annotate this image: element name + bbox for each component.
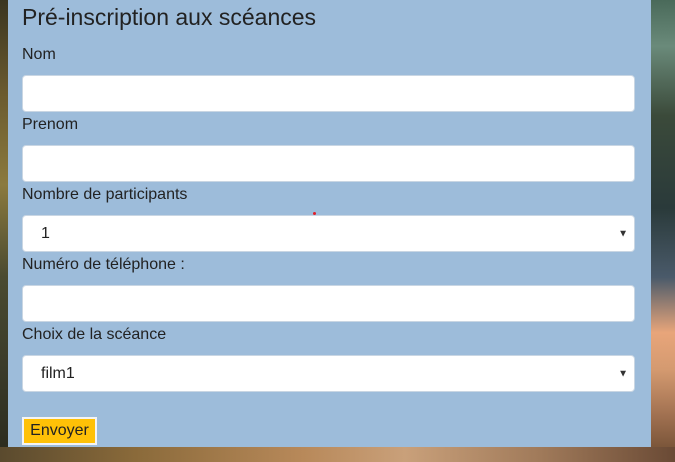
- participants-label: Nombre de participants: [22, 186, 188, 203]
- chevron-down-icon: ▼: [618, 228, 628, 239]
- prenom-input[interactable]: [22, 145, 635, 182]
- registration-form: Pré-inscription aux scéances Nom Prenom …: [8, 0, 651, 447]
- seance-label: Choix de la scéance: [22, 326, 167, 343]
- participants-selected-value: 1: [41, 224, 50, 242]
- chevron-down-icon: ▼: [618, 368, 628, 379]
- cursor-dot: [313, 212, 316, 215]
- nom-label: Nom: [22, 46, 56, 63]
- background-photo-left: [0, 0, 8, 462]
- background-photo-right: [651, 0, 675, 462]
- telephone-label: Numéro de téléphone :: [22, 256, 185, 273]
- background-photo-bottom: [0, 447, 675, 462]
- prenom-label: Prenom: [22, 116, 79, 133]
- submit-button[interactable]: Envoyer: [22, 417, 97, 445]
- seance-select[interactable]: film1 ▼: [22, 355, 635, 392]
- telephone-input[interactable]: [22, 285, 635, 322]
- nom-input[interactable]: [22, 75, 635, 112]
- form-title: Pré-inscription aux scéances: [22, 4, 317, 30]
- participants-select[interactable]: 1 ▼: [22, 215, 635, 252]
- seance-selected-value: film1: [41, 364, 75, 382]
